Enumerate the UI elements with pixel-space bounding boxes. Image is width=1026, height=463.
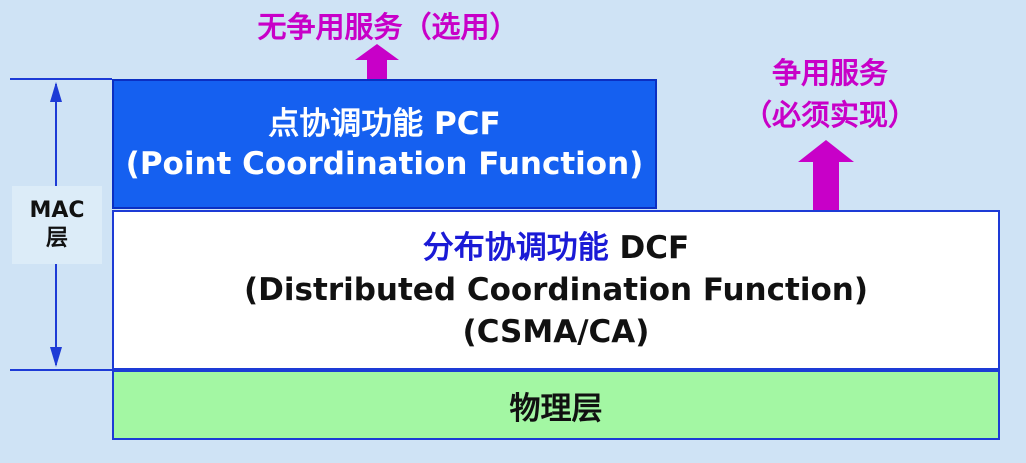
pcf-subtitle: (Point Coordination Function) — [125, 146, 644, 182]
pcf-title: 点协调功能 PCF — [268, 106, 501, 142]
dcf-protocol: (CSMA/CA) — [462, 314, 650, 350]
up-arrow-icon — [355, 44, 399, 82]
mac-layer-label: MAC 层 — [12, 186, 102, 264]
mac-label-line2: 层 — [45, 226, 68, 251]
physical-layer-block: 物理层 — [112, 370, 1000, 440]
contention-service-line2: （必须实现） — [742, 98, 917, 132]
physical-layer-label: 物理层 — [509, 390, 603, 427]
mac-label-line1: MAC — [29, 198, 85, 223]
pcf-block: 点协调功能 PCF (Point Coordination Function) — [112, 79, 657, 209]
contention-service-label: 争用服务 （必须实现） — [720, 52, 940, 136]
dcf-title-cn: 分布协调功能 — [422, 230, 609, 266]
dcf-block: 分布协调功能 DCF (Distributed Coordination Fun… — [112, 210, 1000, 370]
dcf-title: 分布协调功能 DCF — [423, 227, 689, 269]
dcf-subtitle: (Distributed Coordination Function) — [244, 272, 868, 308]
contention-service-line1: 争用服务 — [771, 56, 888, 90]
contention-free-service-label: 无争用服务（选用） — [257, 10, 519, 44]
dcf-title-abbr: DCF — [608, 230, 690, 266]
